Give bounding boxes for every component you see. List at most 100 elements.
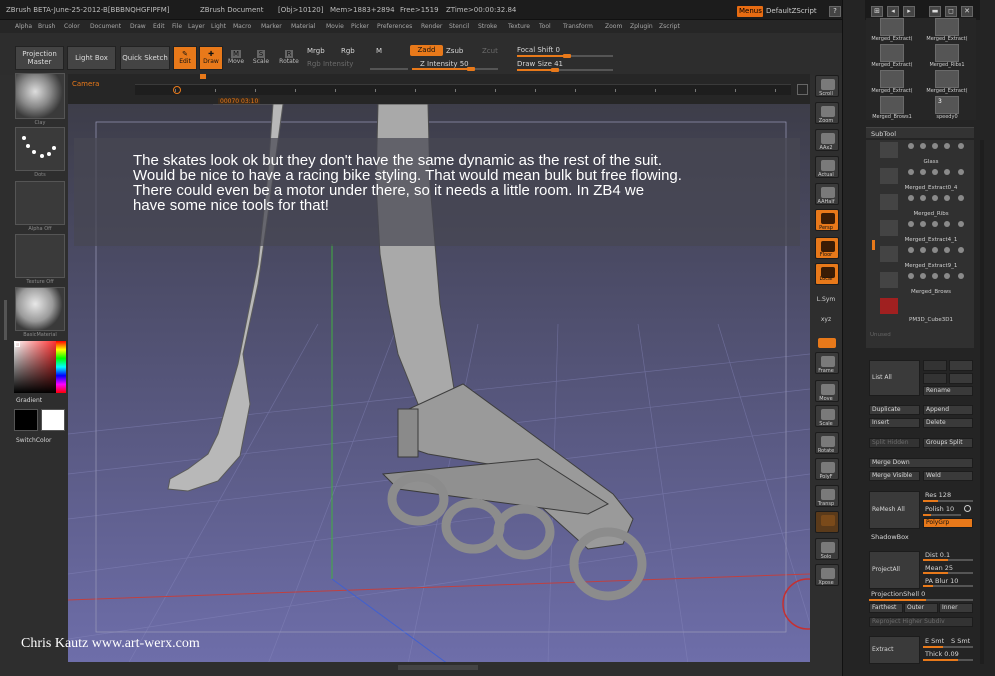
subtool-toggle-icon[interactable] — [958, 273, 964, 279]
right-panel-scrollbar[interactable] — [980, 140, 984, 664]
subtool-toggle-icon[interactable] — [932, 247, 938, 253]
draw-size-slider[interactable]: Draw Size 41 — [517, 60, 563, 68]
draw-size-track[interactable] — [517, 68, 613, 72]
pa-blur-slider[interactable]: PA Blur 10 — [925, 577, 958, 585]
subtool-toggle-icon[interactable] — [944, 195, 950, 201]
panel-prev-button[interactable]: ◂ — [887, 6, 899, 17]
subtool-toggle-icon[interactable] — [944, 169, 950, 175]
skate-wheel[interactable] — [441, 498, 505, 554]
tool-thumbnail[interactable]: Merged_Extract( — [921, 70, 973, 95]
subtool-row[interactable]: Merged_Extract0_4 — [866, 166, 974, 192]
ghost-button[interactable] — [815, 511, 839, 533]
switch-color-button[interactable]: SwitchColor — [16, 437, 52, 444]
z-intensity-knob[interactable] — [467, 67, 476, 71]
focal-shift-knob[interactable] — [563, 54, 572, 58]
menu-render[interactable]: Render — [421, 23, 442, 30]
visibility-eye-icon[interactable] — [908, 143, 914, 149]
subtool-toggle-icon[interactable] — [958, 169, 964, 175]
timeline-scrub-handle[interactable] — [200, 74, 206, 79]
subtool-toggle-icon[interactable] — [958, 221, 964, 227]
thick-track[interactable] — [923, 659, 973, 661]
tool-thumbnail[interactable]: Merged_Brows1 — [866, 96, 918, 121]
help-button[interactable]: ? — [829, 6, 841, 17]
skate-spring-model[interactable] — [397, 408, 419, 458]
subtool-row[interactable]: Merged_Extract4_1 — [866, 218, 974, 244]
z-intensity-slider[interactable]: Z Intensity 50 — [420, 60, 469, 68]
subtool-toggle-icon[interactable] — [920, 247, 926, 253]
menu-texture[interactable]: Texture — [508, 23, 530, 30]
bottom-tray-handle[interactable] — [398, 665, 478, 670]
menu-color[interactable]: Color — [64, 23, 80, 30]
projection-shell-track[interactable] — [869, 599, 973, 601]
remesh-all-button[interactable]: ReMesh All — [869, 491, 920, 529]
dist-track[interactable] — [923, 559, 973, 561]
panel-next-button[interactable]: ▸ — [903, 6, 915, 17]
focal-shift-slider[interactable]: Focal Shift 0 — [517, 46, 560, 54]
thick-slider[interactable]: Thick 0.09 — [925, 650, 959, 658]
groups-split-button[interactable]: Groups Split — [923, 438, 973, 448]
menu-edit[interactable]: Edit — [153, 23, 165, 30]
panel-close-button[interactable]: ✕ — [961, 6, 973, 17]
mrgb-toggle[interactable]: Mrgb — [307, 47, 325, 55]
polish-track[interactable] — [923, 514, 961, 516]
smt-track[interactable] — [923, 646, 973, 648]
inner-button[interactable]: Inner — [939, 603, 973, 613]
stroke-thumbnail[interactable] — [15, 127, 65, 171]
subtool-row[interactable]: Unused — [866, 328, 974, 354]
polish-slider[interactable]: Polish 10 — [925, 505, 954, 513]
subtool-toggle-icon[interactable] — [920, 221, 926, 227]
subtool-toggle-icon[interactable] — [932, 221, 938, 227]
subtool-toggle-icon[interactable] — [958, 247, 964, 253]
rgb-toggle[interactable]: Rgb — [341, 47, 355, 55]
arrow-corner-button[interactable] — [949, 373, 973, 384]
draw-size-knob[interactable] — [550, 68, 559, 72]
project-all-button[interactable]: ProjectAll — [869, 551, 920, 589]
zsub-toggle[interactable]: Zsub — [446, 47, 463, 55]
z-intensity-track[interactable] — [412, 67, 498, 71]
main-color-swatch[interactable] — [14, 409, 38, 431]
panel-minimize-button[interactable]: ▬ — [929, 6, 941, 17]
pa-blur-track[interactable] — [923, 585, 973, 587]
tool-thumbnail[interactable]: Merged_Extract( — [866, 70, 918, 95]
move-mode-button[interactable]: M Move — [226, 46, 246, 70]
subtool-row[interactable]: PM3D_Cube3D1 — [866, 296, 974, 323]
merge-visible-button[interactable]: Merge Visible — [869, 471, 920, 481]
subtool-scroll-indicator[interactable] — [872, 240, 875, 250]
menu-brush[interactable]: Brush — [38, 23, 55, 30]
tool-thumbnail[interactable]: Merged_Extract( — [866, 18, 918, 43]
mean-slider[interactable]: Mean 25 — [925, 564, 953, 572]
farthest-button[interactable]: Farthest — [869, 603, 903, 613]
subtool-toggle-icon[interactable] — [920, 273, 926, 279]
res-slider[interactable]: Res 128 — [925, 491, 951, 499]
zcut-toggle[interactable]: Zcut — [482, 47, 498, 55]
gradient-label[interactable]: Gradient — [16, 397, 42, 404]
menus-toggle-button[interactable]: Menus — [737, 6, 763, 17]
menu-stencil[interactable]: Stencil — [449, 23, 469, 30]
menu-light[interactable]: Light — [211, 23, 226, 30]
edit-mode-button[interactable]: ✎ Edit — [173, 46, 197, 70]
polish-mode-icon[interactable] — [964, 505, 971, 512]
menu-movie[interactable]: Movie — [326, 23, 344, 30]
insert-button[interactable]: Insert — [869, 418, 920, 428]
light-box-button[interactable]: Light Box — [67, 46, 116, 70]
scale-mode-button[interactable]: S Scale — [251, 46, 271, 70]
outer-button[interactable]: Outer — [904, 603, 938, 613]
timeline-track[interactable] — [135, 84, 791, 95]
secondary-color-swatch[interactable] — [41, 409, 65, 431]
texture-thumbnail[interactable] — [15, 234, 65, 278]
xyz-button[interactable]: xyz — [810, 316, 842, 323]
delete-button[interactable]: Delete — [923, 418, 973, 428]
dist-slider[interactable]: Dist 0.1 — [925, 551, 950, 559]
visibility-eye-icon[interactable] — [908, 247, 914, 253]
s-smt-slider[interactable]: S Smt — [951, 637, 970, 645]
projection-master-button[interactable]: Projection Master — [15, 46, 64, 70]
subtool-row[interactable]: Merged_Ribs — [866, 192, 974, 218]
quick-sketch-button[interactable]: Quick Sketch — [120, 46, 170, 70]
subtool-toggle-icon[interactable] — [932, 169, 938, 175]
left-shelf-scroll-handle[interactable] — [4, 300, 7, 340]
menu-transform[interactable]: Transform — [563, 23, 593, 30]
zadd-toggle[interactable]: Zadd — [410, 45, 443, 56]
subtool-row[interactable]: Merged_Brows — [866, 270, 974, 296]
menu-zoom[interactable]: Zoom — [605, 23, 622, 30]
subtool-toggle-icon[interactable] — [932, 273, 938, 279]
